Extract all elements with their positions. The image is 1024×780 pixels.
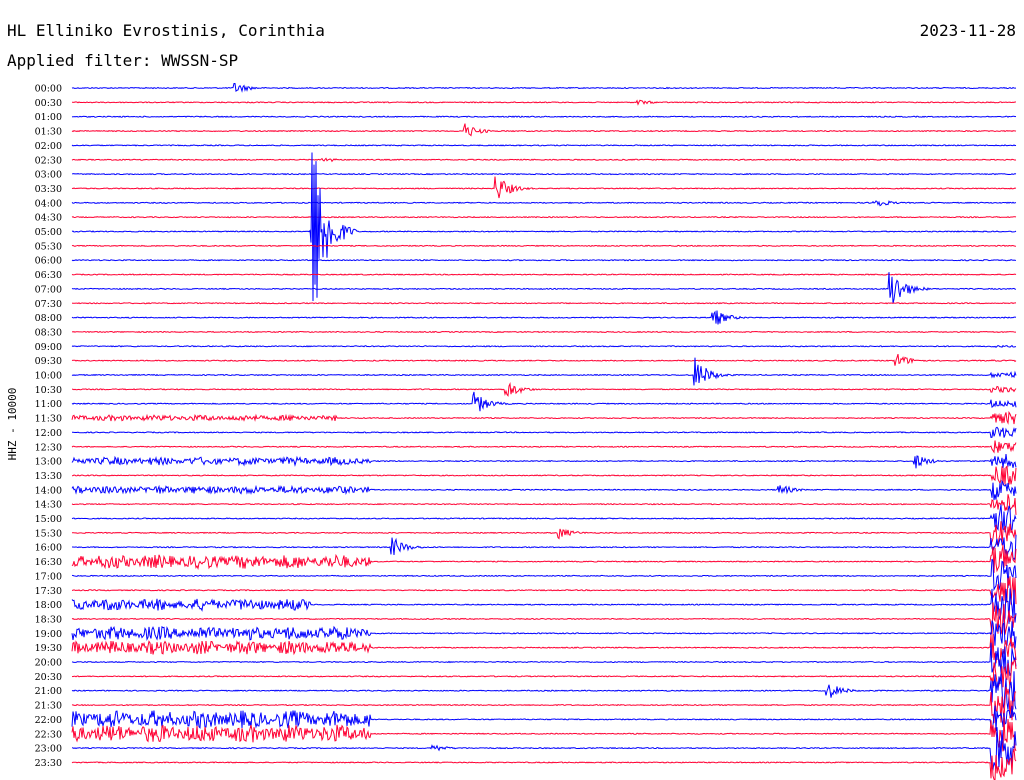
- trace-line: [71, 115, 1017, 118]
- row-time-label: 18:30: [35, 614, 62, 625]
- row-time-label: 22:30: [35, 729, 62, 740]
- trace-line: [71, 357, 1017, 386]
- row-time-label: 12:00: [35, 428, 62, 439]
- row-time-label: 15:00: [35, 514, 62, 525]
- row-time-label: 06:00: [35, 256, 62, 267]
- trace-line: [71, 157, 1017, 163]
- row-time-label: 20:00: [35, 658, 62, 669]
- trace-line: [71, 99, 1016, 106]
- row-time-label: 17:30: [35, 586, 62, 597]
- trace-line: [71, 310, 1017, 325]
- row-time-label: 08:30: [35, 327, 62, 338]
- row-time-label: 10:30: [35, 385, 62, 396]
- trace-line: [71, 558, 1017, 592]
- row-time-label: 16:30: [35, 557, 62, 568]
- row-time-label: 21:30: [35, 701, 62, 712]
- row-time-label: 01:00: [35, 112, 62, 123]
- filter-label: Applied filter: WWSSN-SP: [7, 51, 238, 70]
- trace-line: [71, 504, 1017, 533]
- row-time-label: 13:30: [35, 471, 62, 482]
- y-axis-label: HHZ - 10000: [6, 388, 19, 461]
- row-time-label: 04:00: [35, 198, 62, 209]
- row-time-label: 22:00: [35, 715, 62, 726]
- row-time-label: 05:00: [35, 227, 62, 238]
- row-time-label: 20:30: [35, 672, 62, 683]
- trace-line: [71, 521, 1017, 546]
- row-time-label: 23:00: [35, 744, 62, 755]
- row-time-label: 04:30: [35, 213, 62, 224]
- row-time-label: 21:00: [35, 686, 62, 697]
- trace-line: [71, 686, 1017, 724]
- trace-line: [71, 671, 1017, 710]
- trace-line: [71, 172, 1017, 176]
- trace-line: [71, 144, 1017, 147]
- trace-line: [71, 244, 1017, 247]
- row-time-label: 18:00: [35, 600, 62, 611]
- trace-line: [71, 302, 1017, 305]
- row-time-label: 01:30: [35, 127, 62, 138]
- row-time-label: 03:30: [35, 184, 62, 195]
- trace-line: [72, 426, 1017, 438]
- row-time-label: 19:00: [35, 629, 62, 640]
- row-time-label: 06:30: [35, 270, 62, 281]
- row-time-label: 11:30: [35, 414, 62, 425]
- helicorder-plot: HL Elliniko Evrostinis, Corinthia 2023-1…: [6, 21, 1017, 780]
- row-time-label: 14:30: [35, 500, 62, 511]
- row-time-label: 02:00: [35, 141, 62, 152]
- trace-line: [72, 534, 1017, 562]
- row-time-label: 16:00: [35, 543, 62, 554]
- row-time-label: 19:30: [35, 643, 62, 654]
- row-time-label: 07:30: [35, 299, 62, 310]
- station-title: HL Elliniko Evrostinis, Corinthia: [7, 21, 325, 40]
- date-label: 2023-11-28: [920, 21, 1016, 40]
- row-time-label: 23:30: [35, 758, 62, 769]
- trace-rows: 00:00 00:30 01:00 01:30 02:00 02:30 03:00 03:30…: [35, 83, 1017, 780]
- row-time-label: 14:00: [35, 485, 62, 496]
- trace-line: [71, 344, 1017, 348]
- trace-line: [71, 494, 1017, 515]
- trace-line: [71, 545, 1017, 573]
- row-time-label: 12:30: [35, 442, 62, 453]
- trace-line: [71, 83, 1016, 93]
- trace-line: [71, 705, 1017, 732]
- trace-line: [71, 716, 1017, 752]
- trace-line: [71, 176, 1017, 199]
- row-time-label: 00:00: [35, 84, 62, 95]
- row-time-label: 08:00: [35, 313, 62, 324]
- row-time-label: 10:00: [35, 371, 62, 382]
- trace-line: [71, 200, 1017, 207]
- trace-line: [71, 465, 1017, 485]
- trace-line: [71, 659, 1017, 689]
- row-time-label: 03:00: [35, 170, 62, 181]
- row-time-label: 15:30: [35, 528, 62, 539]
- trace-line: [71, 440, 1017, 454]
- row-time-label: 05:30: [35, 241, 62, 252]
- trace-line: [71, 123, 1017, 137]
- trace-line: [71, 382, 1017, 397]
- row-time-label: 00:30: [35, 98, 62, 109]
- row-time-label: 09:00: [35, 342, 62, 353]
- trace-line: [71, 453, 1017, 469]
- trace-line: [71, 353, 1017, 366]
- row-time-label: 13:00: [35, 457, 62, 468]
- trace-line: [71, 748, 1017, 780]
- row-time-label: 11:00: [35, 399, 62, 410]
- row-time-label: 02:30: [35, 155, 62, 166]
- trace-line: [71, 216, 1017, 219]
- trace-line: [71, 259, 1017, 262]
- trace-line: [71, 330, 1016, 334]
- trace-line: [71, 391, 1017, 412]
- row-time-label: 07:00: [35, 284, 62, 295]
- trace-line: [71, 602, 1017, 635]
- trace-line: [71, 410, 1017, 425]
- trace-line: [71, 273, 1017, 276]
- row-time-label: 17:00: [35, 571, 62, 582]
- trace-line: [71, 634, 1017, 666]
- row-time-label: 09:30: [35, 356, 62, 367]
- trace-line: [71, 479, 1017, 501]
- trace-line: [71, 272, 1017, 304]
